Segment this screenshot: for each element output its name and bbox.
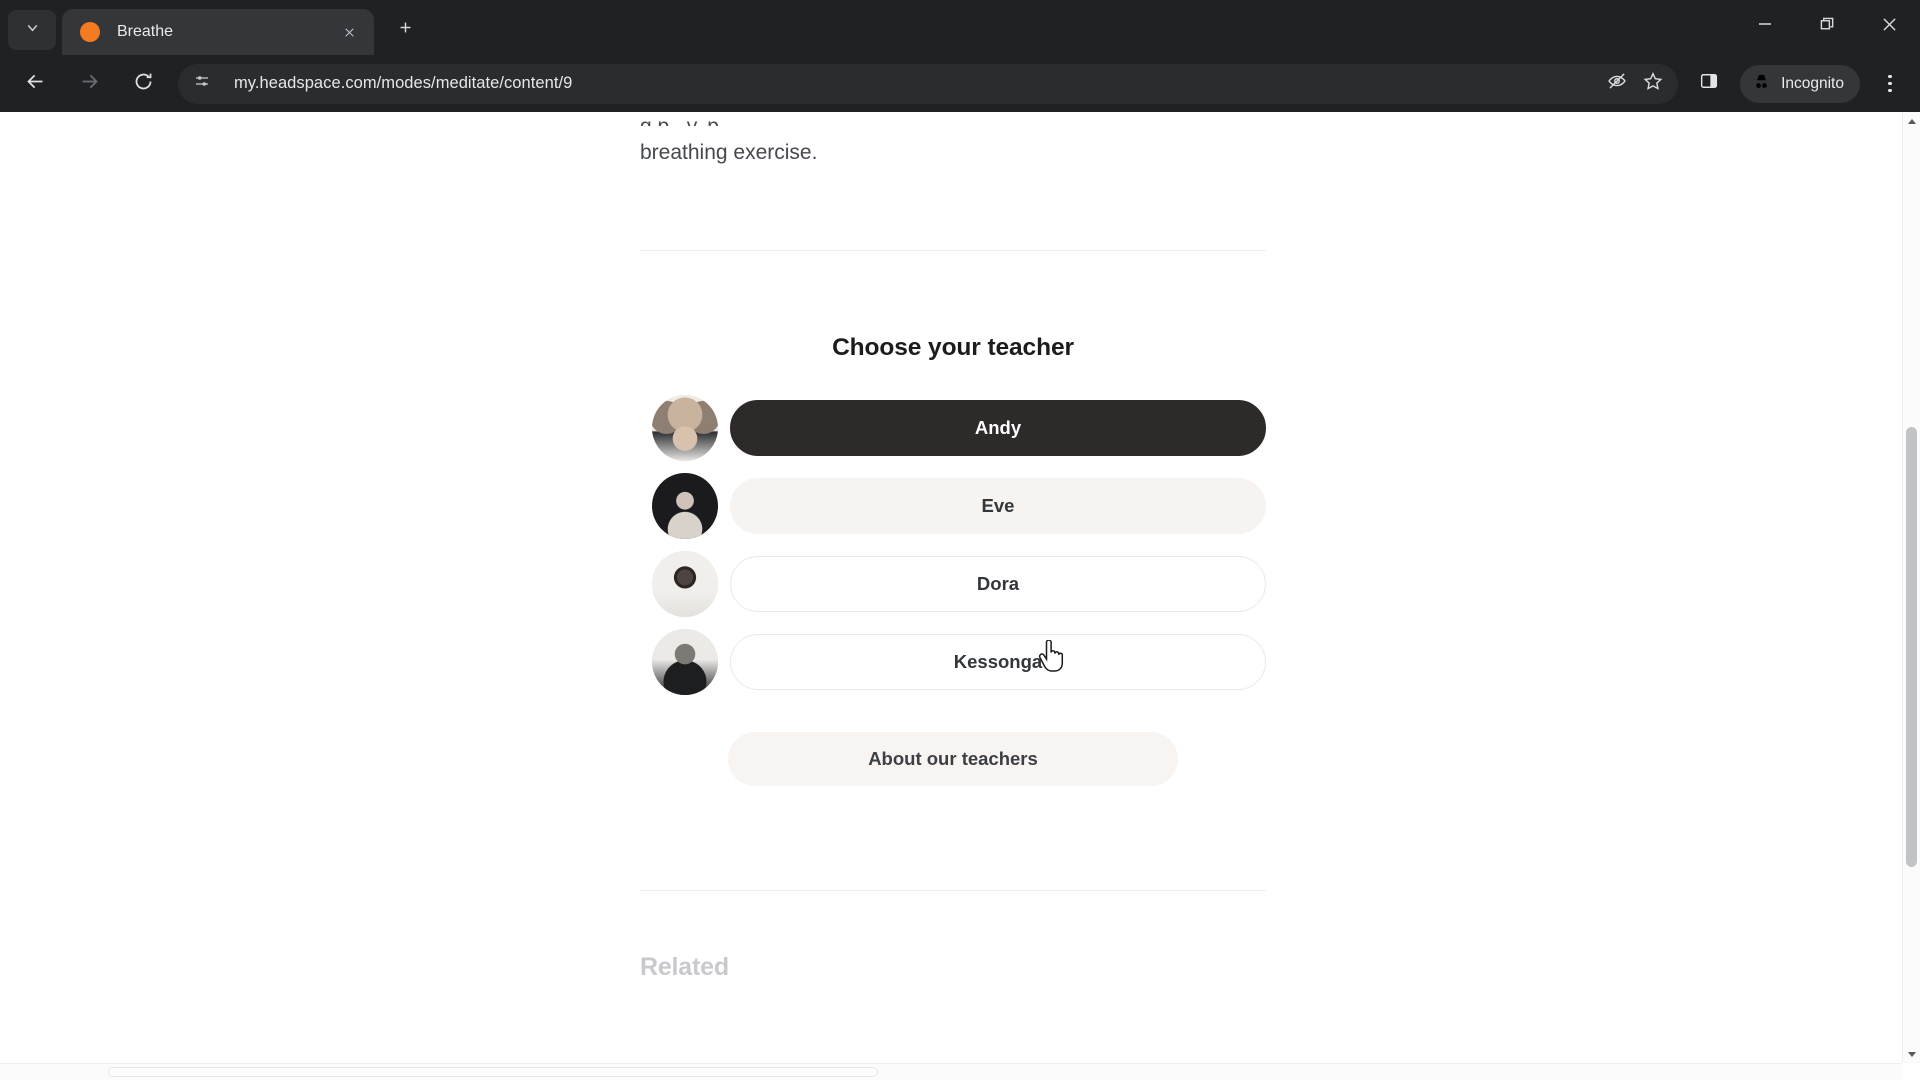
caret-down-icon (1907, 1051, 1916, 1057)
teacher-option-andy[interactable]: Andy (730, 400, 1266, 456)
teacher-name: Eve (981, 495, 1015, 516)
page-viewport: g p , y, p, breathing exercise. Choose y… (0, 112, 1920, 1080)
clipped-paragraph-line: g p , y, p, (640, 112, 1266, 126)
teacher-name: Dora (976, 573, 1020, 594)
address-bar[interactable]: my.headspace.com/modes/meditate/content/… (178, 63, 1679, 104)
avatar-kessonga (652, 629, 718, 695)
teacher-list: Andy Eve Dora Kessonga (640, 389, 1266, 701)
new-tab-button[interactable] (386, 11, 424, 49)
chrome-menu-button[interactable] (1870, 63, 1910, 105)
teacher-name: Kessonga (953, 651, 1043, 672)
reload-button[interactable] (121, 62, 165, 106)
tab-close-button[interactable] (336, 19, 362, 45)
caret-up-icon (1907, 118, 1916, 124)
star-icon (1643, 71, 1663, 96)
incognito-indicator[interactable]: Incognito (1740, 64, 1860, 103)
browser-toolbar: my.headspace.com/modes/meditate/content/… (0, 55, 1920, 112)
browser-tab-breathe[interactable]: Breathe (62, 9, 374, 55)
window-controls (1734, 0, 1920, 48)
tab-strip: Breathe (0, 0, 1920, 55)
incognito-label: Incognito (1781, 74, 1844, 92)
tab-title: Breathe (117, 23, 174, 40)
headspace-favicon (80, 22, 100, 42)
bookmark-button[interactable] (1636, 67, 1670, 101)
horizontal-scrollbar-thumb[interactable] (108, 1067, 878, 1077)
section-divider-top (640, 250, 1266, 251)
teacher-option-kessonga[interactable]: Kessonga (730, 634, 1266, 690)
page-section-title: Choose your teacher (832, 334, 1074, 361)
tune-settings-icon (193, 72, 211, 95)
teacher-row[interactable]: Kessonga (640, 623, 1266, 701)
content-column: g p , y, p, breathing exercise. Choose y… (636, 112, 1266, 982)
restore-button[interactable] (1796, 0, 1858, 48)
chevron-down-icon (24, 19, 41, 41)
tracking-protection-button[interactable] (1600, 67, 1634, 101)
vertical-scrollbar-thumb[interactable] (1906, 427, 1917, 867)
browser-window: Breathe my.headspace.com/modes/meditate/… (0, 0, 1920, 1080)
related-section-heading: Related (640, 953, 729, 981)
web-page-content: g p , y, p, breathing exercise. Choose y… (0, 112, 1902, 1063)
avatar-eve (652, 473, 718, 539)
reload-icon (133, 71, 154, 97)
teacher-row[interactable]: Eve (640, 467, 1266, 545)
side-panel-button[interactable] (1688, 63, 1730, 105)
horizontal-scrollbar[interactable] (0, 1063, 1902, 1080)
site-settings-button[interactable] (186, 68, 218, 100)
about-teachers-wrap: About our teachers (640, 732, 1266, 786)
avatar-dora (652, 551, 718, 617)
teacher-row[interactable]: Andy (640, 389, 1266, 467)
arrow-right-icon (79, 71, 100, 97)
omnibox-actions (1600, 67, 1672, 101)
description-text: breathing exercise. (640, 141, 818, 164)
scroll-up-button[interactable] (1903, 112, 1920, 130)
close-button[interactable] (1858, 0, 1920, 48)
toolbar-right-actions: Incognito (1686, 63, 1910, 105)
forward-button[interactable] (67, 62, 111, 106)
about-our-teachers-button[interactable]: About our teachers (728, 732, 1178, 786)
arrow-left-icon (25, 71, 46, 97)
teacher-name: Andy (974, 417, 1022, 438)
plus-icon (397, 19, 414, 41)
eye-off-icon (1607, 71, 1627, 96)
minimize-button[interactable] (1734, 0, 1796, 48)
three-dots-vertical-icon (1888, 74, 1892, 79)
tab-search-button[interactable] (8, 10, 56, 50)
url-text[interactable]: my.headspace.com/modes/meditate/content/… (234, 74, 1600, 93)
teacher-option-dora[interactable]: Dora (730, 556, 1266, 612)
vertical-scrollbar[interactable] (1902, 112, 1920, 1063)
section-divider-bottom (640, 890, 1266, 891)
side-panel-icon (1699, 71, 1719, 96)
incognito-hat-icon (1751, 71, 1772, 97)
scroll-down-button[interactable] (1903, 1045, 1920, 1063)
teacher-option-eve[interactable]: Eve (730, 478, 1266, 534)
teacher-row[interactable]: Dora (640, 545, 1266, 623)
avatar-andy (652, 395, 718, 461)
back-button[interactable] (13, 62, 57, 106)
